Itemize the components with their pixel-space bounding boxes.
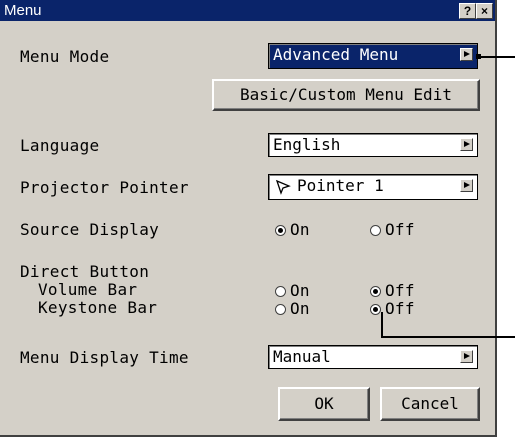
projector-pointer-value: Pointer 1 [297,176,384,195]
keystone-bar-off-label: Off [385,299,415,318]
menu-dialog: Menu ? × Menu Mode Advanced Menu Basic/C… [0,0,497,437]
callout-line [381,336,515,338]
dropdown-arrow-icon [460,179,473,192]
volume-bar-on-label: On [290,281,310,300]
menu-display-time-value: Manual [273,347,331,366]
pointer-icon [275,179,291,195]
source-display-off-label: Off [385,220,415,239]
basic-custom-menu-edit-button[interactable]: Basic/Custom Menu Edit [212,79,480,111]
dropdown-arrow-icon [460,138,473,151]
keystone-bar-on-label: On [290,299,310,318]
title-bar: Menu ? × [0,0,495,21]
window-title: Menu [4,2,42,19]
help-icon[interactable]: ? [459,3,476,19]
keystone-bar-off-radio[interactable] [370,304,381,315]
keystone-bar-label: Keystone Bar [38,298,158,317]
menu-mode-label: Menu Mode [20,47,110,66]
menu-mode-dropdown[interactable]: Advanced Menu [268,43,478,69]
source-display-label: Source Display [20,220,160,239]
language-dropdown[interactable]: English [268,133,478,157]
close-icon[interactable]: × [476,3,493,19]
language-label: Language [20,136,100,155]
keystone-bar-on-radio[interactable] [275,304,286,315]
cancel-button[interactable]: Cancel [380,387,480,421]
direct-button-label: Direct Button [20,262,150,281]
source-display-off-radio[interactable] [370,225,381,236]
volume-bar-on-radio[interactable] [275,286,286,297]
callout-line [381,312,383,338]
source-display-on-radio[interactable] [275,225,286,236]
dropdown-arrow-icon [460,350,473,363]
volume-bar-off-radio[interactable] [370,286,381,297]
projector-pointer-dropdown[interactable]: Pointer 1 [268,174,478,200]
source-display-on-label: On [290,220,310,239]
menu-display-time-label: Menu Display Time [20,348,189,367]
projector-pointer-label: Projector Pointer [20,178,189,197]
menu-mode-value: Advanced Menu [273,45,399,64]
ok-button[interactable]: OK [278,387,370,421]
callout-line [478,56,515,58]
dropdown-arrow-icon [460,48,473,61]
volume-bar-label: Volume Bar [38,280,138,299]
language-value: English [273,135,341,154]
volume-bar-off-label: Off [385,281,415,300]
menu-display-time-dropdown[interactable]: Manual [268,345,478,369]
